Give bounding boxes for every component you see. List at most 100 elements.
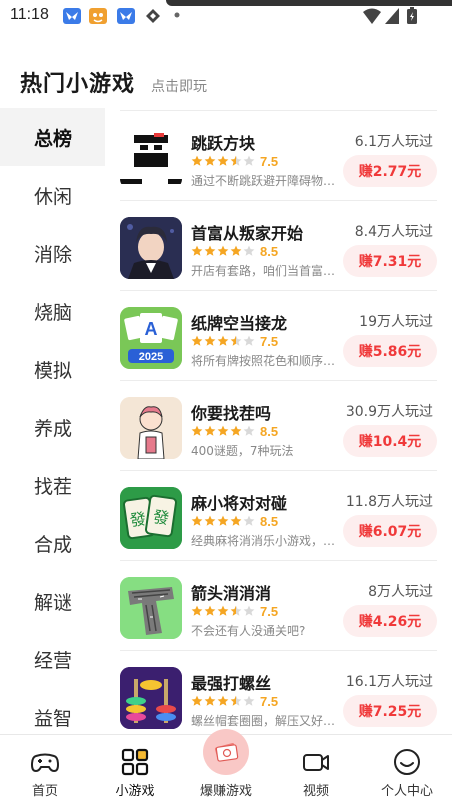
category-item-simulation[interactable]: 模拟 — [0, 340, 105, 398]
status-time: 11:18 — [10, 6, 49, 23]
star-icon — [243, 335, 255, 346]
star-rating — [191, 335, 256, 347]
nav-home[interactable]: 首页 — [0, 735, 90, 804]
nav-label: 视频 — [302, 784, 329, 799]
game-description: 螺丝帽套圈圈，解压又好… — [191, 714, 336, 728]
star-rating — [191, 425, 256, 437]
game-row[interactable]: 發 發 麻小将对对碰 8.5 经典麻将消消乐小游戏，… 11.8万人玩过 赚6.… — [120, 470, 437, 560]
play-count: 19万人玩过 — [359, 314, 433, 330]
nav-label: 个人中心 — [380, 784, 433, 799]
svg-text:A: A — [145, 319, 158, 339]
nav-label: 爆赚游戏 — [199, 784, 252, 799]
game-description: 经典麻将消消乐小游戏，… — [191, 534, 336, 548]
category-item-casual[interactable]: 休闲 — [0, 166, 105, 224]
star-rating — [191, 155, 256, 167]
star-icon — [191, 155, 203, 166]
category-item-match[interactable]: 消除 — [0, 224, 105, 282]
game-row[interactable]: 首富从叛家开始 8.5 开店有套路，咱们当首富… 8.4万人玩过 赚7.31元 — [120, 200, 437, 290]
star-icon — [243, 605, 255, 616]
play-count: 8.4万人玩过 — [354, 224, 433, 240]
star-icon — [204, 605, 216, 616]
game-row[interactable]: A 2025 纸牌空当接龙 7.5 将所有牌按照花色和顺序… 19万人玩过 赚5… — [120, 290, 437, 380]
star-icon — [204, 335, 216, 346]
more-notifications-dot-icon — [174, 12, 180, 18]
earn-button[interactable]: 赚6.07元 — [343, 515, 437, 547]
solitaire-cards-icon: A 2025 — [120, 307, 182, 369]
rating-score: 7.5 — [260, 603, 279, 619]
nav-video[interactable]: 视频 — [271, 735, 361, 804]
earn-button[interactable]: 赚7.25元 — [343, 695, 437, 727]
game-row[interactable]: 最强打螺丝 7.5 螺丝帽套圈圈，解压又好… 16.1万人玩过 赚7.25元 — [120, 650, 437, 734]
game-row[interactable]: 箭头消消消 7.5 不会还有人没通关吧? 8万人玩过 赚4.26元 — [120, 560, 437, 650]
game-description: 通过不断跳跃避开障碍物… — [191, 174, 336, 188]
rating-score: 7.5 — [260, 333, 279, 349]
mahjong-tile-icon: 發 發 — [120, 487, 182, 549]
svg-text:2025: 2025 — [139, 351, 163, 363]
play-count: 16.1万人玩过 — [345, 674, 433, 690]
category-item-merge[interactable]: 合成 — [0, 514, 105, 572]
star-icon — [230, 695, 242, 706]
gamepad-icon — [31, 753, 59, 772]
star-icon — [243, 515, 255, 526]
page-header: 热门小游戏 点击即玩 — [0, 64, 452, 104]
category-item-educational[interactable]: 益智 — [0, 688, 105, 734]
category-item-brain[interactable]: 烧脑 — [0, 282, 105, 340]
game-description: 400谜题，7种玩法 — [191, 444, 294, 458]
star-icon — [204, 245, 216, 256]
nav-profile[interactable]: 个人中心 — [362, 735, 452, 804]
battery-icon — [407, 7, 417, 24]
star-icon — [191, 335, 203, 346]
star-icon — [217, 425, 229, 436]
star-icon — [204, 515, 216, 526]
bottom-navigation: 首页 小游戏 爆赚游戏 视频 个人中心 — [0, 729, 452, 804]
earn-button[interactable]: 赚7.31元 — [343, 245, 437, 277]
play-count: 30.9万人玩过 — [345, 404, 433, 420]
game-name: 你要找茬吗 — [191, 404, 272, 423]
nav-mini-games[interactable]: 小游戏 — [90, 735, 180, 804]
nav-hot-earn-games[interactable]: 爆赚游戏 — [181, 729, 271, 804]
game-name: 麻小将对对碰 — [191, 494, 288, 513]
game-name: 纸牌空当接龙 — [191, 314, 288, 333]
earn-button[interactable]: 赚5.86元 — [343, 335, 437, 367]
rating-score: 7.5 — [260, 153, 279, 169]
game-name: 最强打螺丝 — [191, 674, 272, 693]
businessman-portrait-icon — [120, 217, 182, 279]
game-description: 开店有套路，咱们当首富… — [191, 264, 336, 278]
category-item-nurture[interactable]: 养成 — [0, 398, 105, 456]
category-item-puzzle[interactable]: 解谜 — [0, 572, 105, 630]
star-icon — [204, 695, 216, 706]
rating-score: 8.5 — [260, 423, 279, 439]
earn-button[interactable]: 赚2.77元 — [343, 155, 437, 187]
game-rating: 8.5 — [191, 513, 278, 529]
grid-icon — [121, 748, 149, 776]
page-subtitle: 点击即玩 — [151, 79, 207, 95]
star-icon — [230, 515, 242, 526]
game-rating: 7.5 — [191, 333, 278, 349]
app-notification-icon — [117, 8, 135, 24]
page-title: 热门小游戏 — [20, 72, 136, 97]
nav-label: 小游戏 — [115, 784, 155, 799]
category-sidebar: 总榜 休闲 消除 烧脑 模拟 养成 找茬 合成 解谜 经营 益智 — [0, 108, 105, 734]
star-icon — [191, 245, 203, 256]
category-item-management[interactable]: 经营 — [0, 630, 105, 688]
nav-label: 首页 — [31, 784, 58, 799]
star-icon — [230, 425, 242, 436]
star-icon — [204, 425, 216, 436]
star-icon — [217, 515, 229, 526]
status-bar: 11:18 — [0, 0, 452, 32]
game-rating: 8.5 — [191, 423, 278, 439]
earn-button[interactable]: 赚4.26元 — [343, 605, 437, 637]
game-row[interactable]: 你要找茬吗 8.5 400谜题，7种玩法 30.9万人玩过 赚10.4元 — [120, 380, 437, 470]
play-count: 8万人玩过 — [368, 584, 433, 600]
earn-button[interactable]: 赚10.4元 — [343, 425, 437, 457]
game-list: 跳跃方块 7.5 通过不断跳跃避开障碍物… 6.1万人玩过 赚2.77元 首富从… — [105, 108, 452, 734]
game-rating: 8.5 — [191, 243, 278, 259]
arrow-puzzle-icon — [120, 577, 182, 639]
camera-notch — [166, 0, 452, 6]
category-item-overall[interactable]: 总榜 — [0, 108, 105, 166]
star-icon — [217, 335, 229, 346]
category-item-spot-difference[interactable]: 找茬 — [0, 456, 105, 514]
star-icon — [191, 425, 203, 436]
game-row[interactable]: 跳跃方块 7.5 通过不断跳跃避开障碍物… 6.1万人玩过 赚2.77元 — [120, 110, 437, 200]
star-icon — [204, 155, 216, 166]
